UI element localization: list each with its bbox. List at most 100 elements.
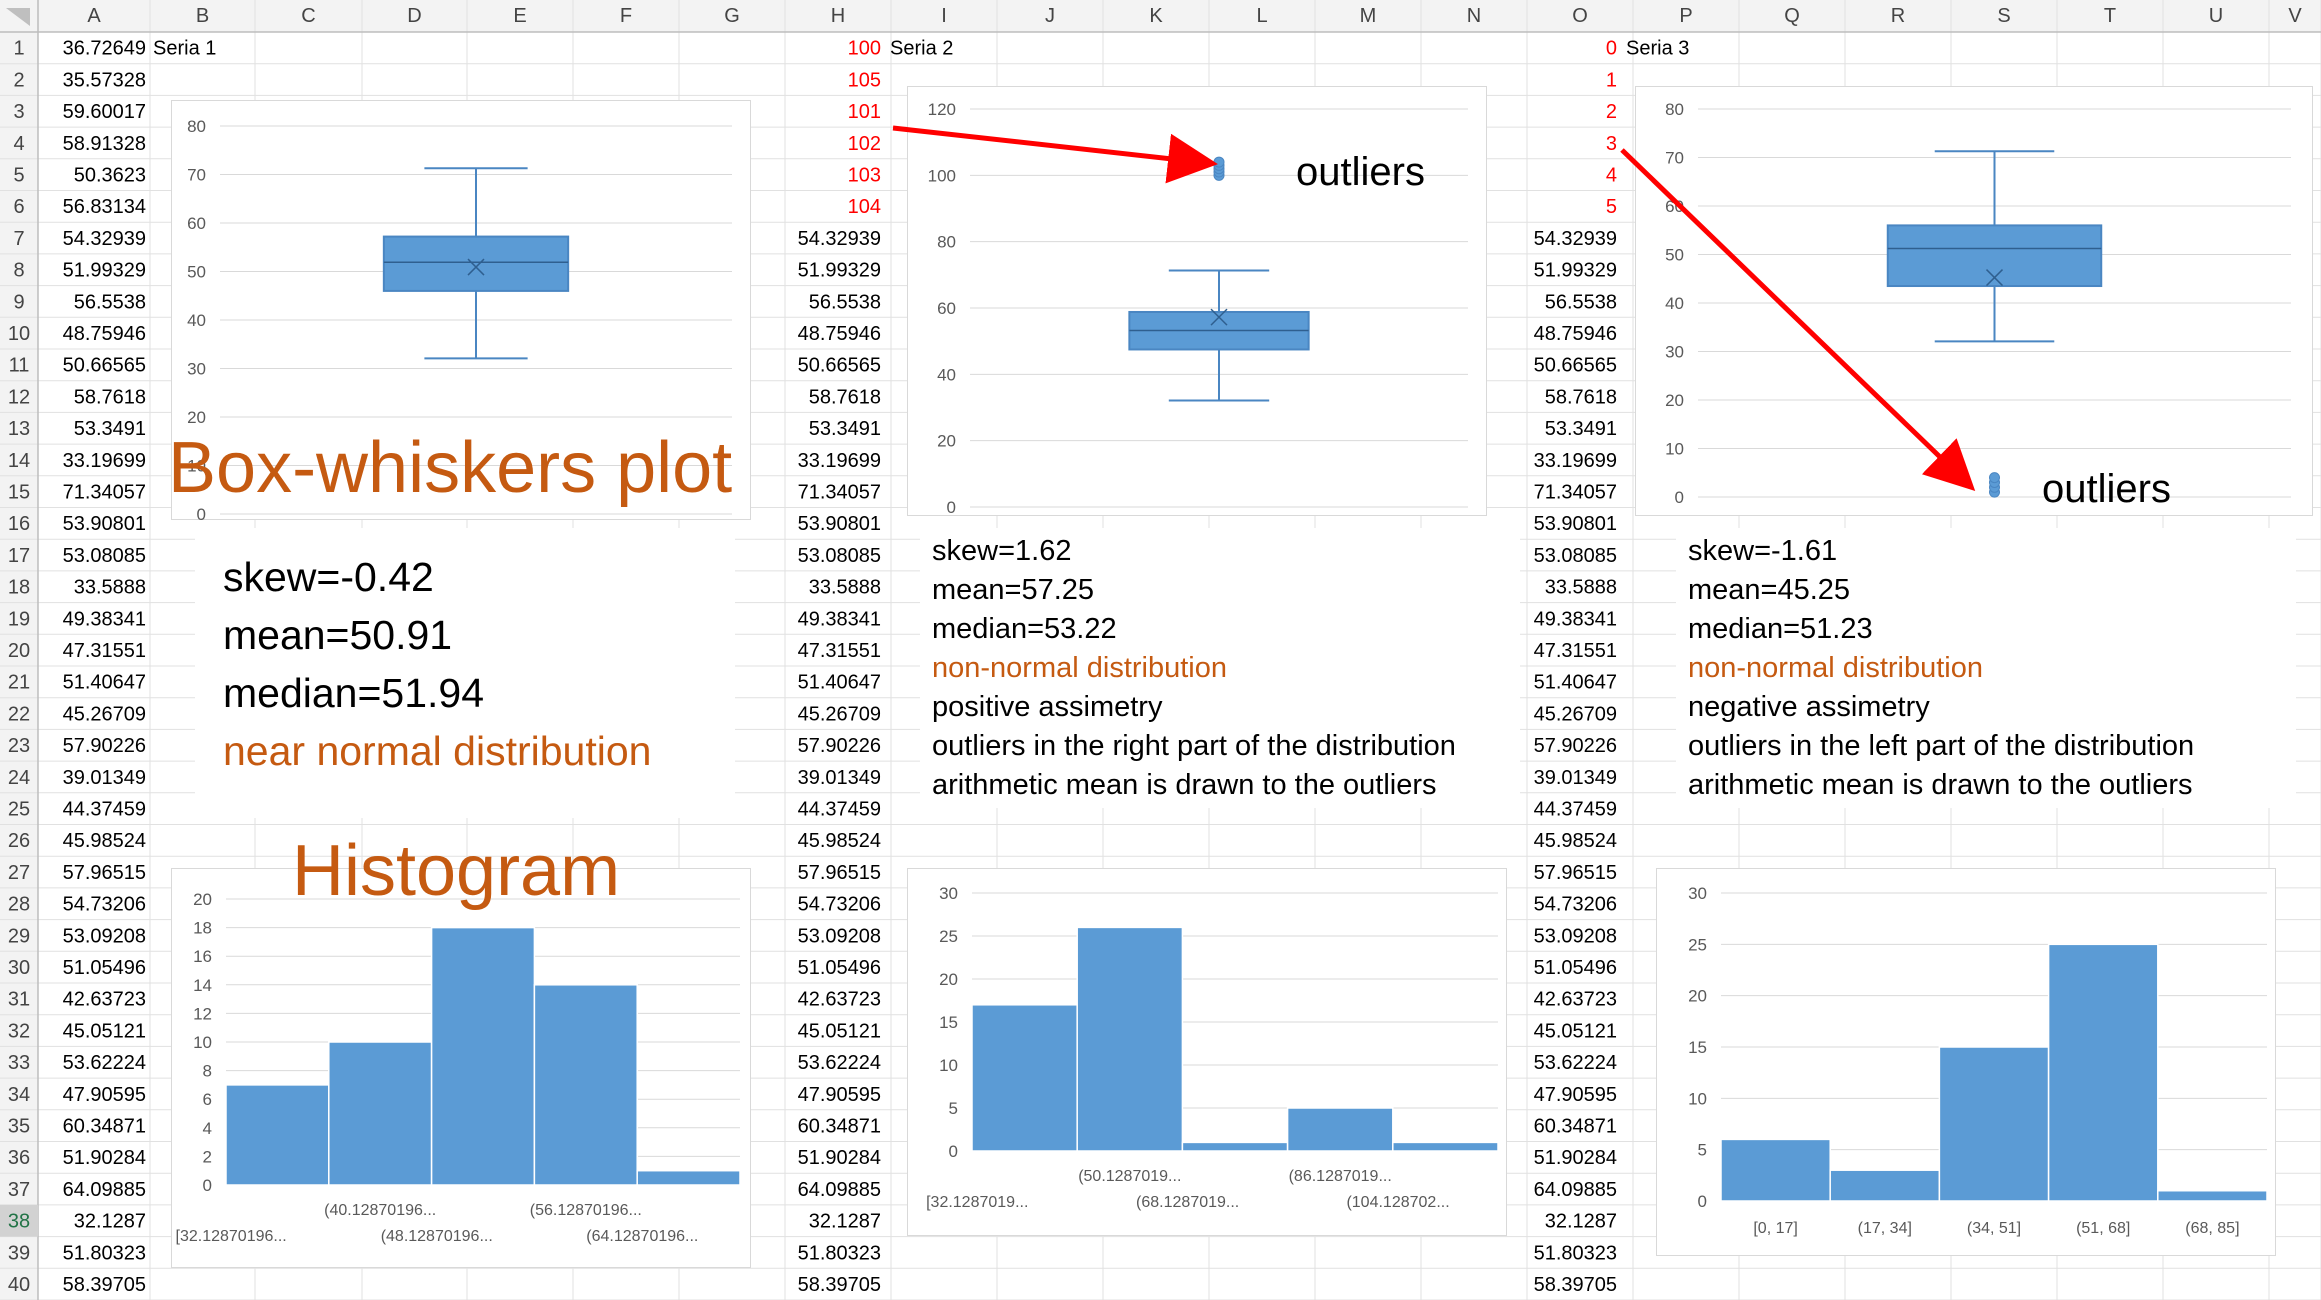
cell-O3[interactable]: 2 [1606,101,1617,123]
cell-O19[interactable]: 49.38341 [1534,608,1617,630]
row-header-12[interactable]: 12 [8,386,30,408]
cell-O34[interactable]: 47.90595 [1534,1084,1617,1106]
cell-O29[interactable]: 53.09208 [1534,925,1617,947]
hist-2-bar-2[interactable] [1076,926,1184,1152]
column-header-N[interactable]: N [1467,5,1481,27]
box-chart-3[interactable]: 0 10 20 30 40 50 60 70 80 [1635,86,2313,516]
cell-A11[interactable]: 50.66565 [63,355,146,377]
cell-A16[interactable]: 53.90801 [63,513,146,535]
cell-A32[interactable]: 45.05121 [63,1020,146,1042]
cell-A15[interactable]: 71.34057 [63,482,146,504]
cell-O28[interactable]: 54.73206 [1534,894,1617,916]
row-header-40[interactable]: 40 [8,1274,30,1296]
row-header-2[interactable]: 2 [13,69,24,91]
cell-A19[interactable]: 49.38341 [63,608,146,630]
column-header-P[interactable]: P [1679,5,1692,27]
cell-H11[interactable]: 50.66565 [798,355,881,377]
cell-O22[interactable]: 45.26709 [1534,703,1617,725]
cell-O24[interactable]: 39.01349 [1534,767,1617,789]
cell-H17[interactable]: 53.08085 [798,545,881,567]
row-header-16[interactable]: 16 [8,513,30,535]
row-header-37[interactable]: 37 [8,1179,30,1201]
column-header-L[interactable]: L [1256,5,1267,27]
cell-O31[interactable]: 42.63723 [1534,989,1617,1011]
cell-H28[interactable]: 54.73206 [798,894,881,916]
row-header-38[interactable]: 38 [8,1211,30,1233]
cell-O2[interactable]: 1 [1606,69,1617,91]
cell-O21[interactable]: 51.40647 [1534,672,1617,694]
hist-1-bar-4[interactable] [533,984,638,1186]
cell-A29[interactable]: 53.09208 [63,925,146,947]
row-header-10[interactable]: 10 [8,323,30,345]
row-header-29[interactable]: 29 [8,925,30,947]
cell-A39[interactable]: 51.80323 [63,1242,146,1264]
cell-H4[interactable]: 102 [848,133,881,155]
cell-A33[interactable]: 53.62224 [63,1052,146,1074]
cell-O27[interactable]: 57.96515 [1534,862,1617,884]
cell-H34[interactable]: 47.90595 [798,1084,881,1106]
histogram-chart-1[interactable]: 0 2 4 6 8 10 12 14 16 18 20 [32.12870196... (40.1287… [171,868,751,1268]
cell-O23[interactable]: 57.90226 [1534,735,1617,757]
row-header-21[interactable]: 21 [8,672,30,694]
cell-O37[interactable]: 64.09885 [1534,1179,1617,1201]
cell-H8[interactable]: 51.99329 [798,260,881,282]
box-1-iqr-box[interactable] [382,235,570,292]
cell-A5[interactable]: 50.3623 [74,165,146,187]
cell-O16[interactable]: 53.90801 [1534,513,1617,535]
column-header-R[interactable]: R [1891,5,1905,27]
row-header-24[interactable]: 24 [8,767,30,789]
cell-O4[interactable]: 3 [1606,133,1617,155]
row-header-9[interactable]: 9 [13,291,24,313]
column-header-M[interactable]: M [1360,5,1377,27]
histogram-chart-2[interactable]: 0 5 10 15 20 25 30 [32.1287019... (50.1287019...… [907,868,1507,1236]
row-header-13[interactable]: 13 [8,418,30,440]
cell-O20[interactable]: 47.31551 [1534,640,1617,662]
column-header-K[interactable]: K [1149,5,1163,27]
cell-H9[interactable]: 56.5538 [809,291,881,313]
hist-1-bar-1[interactable] [225,1084,330,1186]
cell-A17[interactable]: 53.08085 [63,545,146,567]
cell-O7[interactable]: 54.32939 [1534,228,1617,250]
cell-O12[interactable]: 58.7618 [1545,386,1617,408]
row-header-14[interactable]: 14 [8,450,30,472]
column-header-O[interactable]: O [1572,5,1588,27]
cell-A36[interactable]: 51.90284 [63,1147,146,1169]
row-header-30[interactable]: 30 [8,957,30,979]
cell-H19[interactable]: 49.38341 [798,608,881,630]
cell-I1[interactable]: Seria 2 [890,38,953,60]
row-header-18[interactable]: 18 [8,577,30,599]
cell-A22[interactable]: 45.26709 [63,703,146,725]
row-header-27[interactable]: 27 [8,862,30,884]
cell-A10[interactable]: 48.75946 [63,323,146,345]
hist-3-bar-1[interactable] [1720,1138,1831,1202]
cell-H31[interactable]: 42.63723 [798,989,881,1011]
row-header-6[interactable]: 6 [13,196,24,218]
cell-H40[interactable]: 58.39705 [798,1274,881,1296]
cell-O13[interactable]: 53.3491 [1545,418,1617,440]
row-header-25[interactable]: 25 [8,799,30,821]
row-header-20[interactable]: 20 [8,640,30,662]
cell-H6[interactable]: 104 [848,196,881,218]
cell-H22[interactable]: 45.26709 [798,703,881,725]
cell-H18[interactable]: 33.5888 [809,577,881,599]
row-header-36[interactable]: 36 [8,1147,30,1169]
cell-H32[interactable]: 45.05121 [798,1020,881,1042]
cell-A13[interactable]: 53.3491 [74,418,146,440]
cell-A21[interactable]: 51.40647 [63,672,146,694]
column-header-E[interactable]: E [513,5,526,27]
row-header-15[interactable]: 15 [8,482,30,504]
cell-P1[interactable]: Seria 3 [1626,38,1689,60]
column-header-Q[interactable]: Q [1784,5,1800,27]
cell-O32[interactable]: 45.05121 [1534,1020,1617,1042]
cell-H13[interactable]: 53.3491 [809,418,881,440]
cell-A6[interactable]: 56.83134 [63,196,146,218]
hist-1-bar-3[interactable] [430,926,536,1186]
column-header-S[interactable]: S [1997,5,2010,27]
row-header-31[interactable]: 31 [8,989,30,1011]
cell-A18[interactable]: 33.5888 [74,577,146,599]
cell-H5[interactable]: 103 [848,165,881,187]
cell-A31[interactable]: 42.63723 [63,989,146,1011]
cell-O14[interactable]: 33.19699 [1534,450,1617,472]
hist-2-bar-3[interactable] [1181,1141,1289,1152]
column-header-C[interactable]: C [301,5,315,27]
